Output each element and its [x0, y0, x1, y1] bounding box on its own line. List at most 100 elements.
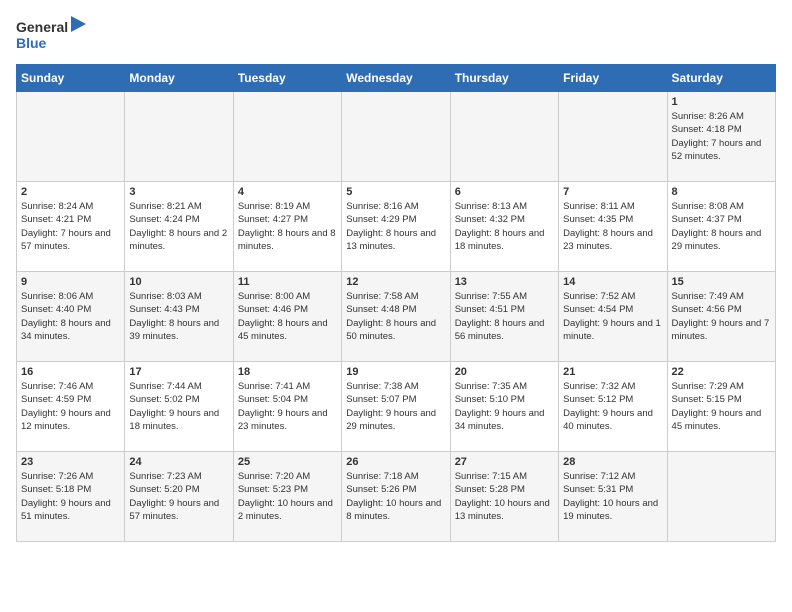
day-info: Sunrise: 7:38 AM Sunset: 5:07 PM Dayligh… [346, 380, 445, 433]
calendar-cell: 13 Sunrise: 7:55 AM Sunset: 4:51 PM Dayli… [450, 272, 558, 362]
day-info: Sunrise: 7:41 AM Sunset: 5:04 PM Dayligh… [238, 380, 337, 433]
day-number: 27 [455, 456, 554, 468]
day-number: 19 [346, 366, 445, 378]
day-info: Sunrise: 7:18 AM Sunset: 5:26 PM Dayligh… [346, 470, 445, 523]
calendar-cell: 21 Sunrise: 7:32 AM Sunset: 5:12 PM Dayli… [559, 362, 667, 452]
day-number: 3 [129, 186, 228, 198]
day-info: Sunrise: 7:15 AM Sunset: 5:28 PM Dayligh… [455, 470, 554, 523]
day-number: 14 [563, 276, 662, 288]
day-number: 26 [346, 456, 445, 468]
calendar-cell: 28 Sunrise: 7:12 AM Sunset: 5:31 PM Dayli… [559, 452, 667, 542]
calendar-cell: 6Sunrise: 8:13 AM Sunset: 4:32 PM Daylig… [450, 182, 558, 272]
calendar-cell [667, 452, 775, 542]
calendar-body: 1 Sunrise: 8:26 AM Sunset: 4:18 PM Daylig… [17, 92, 776, 542]
calendar-cell [450, 92, 558, 182]
day-info: Sunrise: 7:52 AM Sunset: 4:54 PM Dayligh… [563, 290, 662, 343]
day-info: Sunrise: 7:23 AM Sunset: 5:20 PM Dayligh… [129, 470, 228, 523]
calendar-cell [125, 92, 233, 182]
calendar-week-2: 9Sunrise: 8:06 AM Sunset: 4:40 PM Daylig… [17, 272, 776, 362]
day-number: 21 [563, 366, 662, 378]
day-info: Sunrise: 7:58 AM Sunset: 4:48 PM Dayligh… [346, 290, 445, 343]
calendar-cell: 15Sunrise: 7:49 AM Sunset: 4:56 PM Dayli… [667, 272, 775, 362]
day-number: 25 [238, 456, 337, 468]
calendar-cell: 3Sunrise: 8:21 AM Sunset: 4:24 PM Daylig… [125, 182, 233, 272]
calendar-cell: 20 Sunrise: 7:35 AM Sunset: 5:10 PM Dayli… [450, 362, 558, 452]
calendar-cell [233, 92, 341, 182]
calendar-week-1: 2Sunrise: 8:24 AM Sunset: 4:21 PM Daylig… [17, 182, 776, 272]
day-number: 13 [455, 276, 554, 288]
day-info: Sunrise: 7:12 AM Sunset: 5:31 PM Dayligh… [563, 470, 662, 523]
calendar-week-4: 23Sunrise: 7:26 AM Sunset: 5:18 PM Dayli… [17, 452, 776, 542]
calendar-cell: 27 Sunrise: 7:15 AM Sunset: 5:28 PM Dayli… [450, 452, 558, 542]
weekday-header-monday: Monday [125, 65, 233, 92]
calendar-cell: 1 Sunrise: 8:26 AM Sunset: 4:18 PM Daylig… [667, 92, 775, 182]
day-number: 18 [238, 366, 337, 378]
calendar-cell [17, 92, 125, 182]
page-header: GeneralBlue [16, 16, 776, 56]
calendar-header: SundayMondayTuesdayWednesdayThursdayFrid… [17, 65, 776, 92]
calendar-cell [559, 92, 667, 182]
weekday-header-wednesday: Wednesday [342, 65, 450, 92]
day-number: 16 [21, 366, 120, 378]
calendar-cell: 9Sunrise: 8:06 AM Sunset: 4:40 PM Daylig… [17, 272, 125, 362]
calendar-cell: 11 Sunrise: 8:00 AM Sunset: 4:46 PM Dayli… [233, 272, 341, 362]
calendar-cell: 14 Sunrise: 7:52 AM Sunset: 4:54 PM Dayli… [559, 272, 667, 362]
weekday-header-friday: Friday [559, 65, 667, 92]
svg-text:Blue: Blue [16, 35, 47, 51]
day-info: Sunrise: 7:46 AM Sunset: 4:59 PM Dayligh… [21, 380, 120, 433]
calendar-cell: 7 Sunrise: 8:11 AM Sunset: 4:35 PM Daylig… [559, 182, 667, 272]
svg-text:General: General [16, 19, 68, 35]
calendar-cell: 16 Sunrise: 7:46 AM Sunset: 4:59 PM Dayli… [17, 362, 125, 452]
day-info: Sunrise: 7:29 AM Sunset: 5:15 PM Dayligh… [672, 380, 771, 433]
calendar-cell: 23Sunrise: 7:26 AM Sunset: 5:18 PM Dayli… [17, 452, 125, 542]
day-info: Sunrise: 8:13 AM Sunset: 4:32 PM Dayligh… [455, 200, 554, 253]
calendar-week-0: 1 Sunrise: 8:26 AM Sunset: 4:18 PM Daylig… [17, 92, 776, 182]
day-number: 10 [129, 276, 228, 288]
day-info: Sunrise: 7:20 AM Sunset: 5:23 PM Dayligh… [238, 470, 337, 523]
day-number: 8 [672, 186, 771, 198]
day-info: Sunrise: 8:26 AM Sunset: 4:18 PM Dayligh… [672, 110, 771, 163]
day-number: 12 [346, 276, 445, 288]
calendar-cell: 2Sunrise: 8:24 AM Sunset: 4:21 PM Daylig… [17, 182, 125, 272]
calendar-cell: 22 Sunrise: 7:29 AM Sunset: 5:15 PM Dayli… [667, 362, 775, 452]
day-info: Sunrise: 7:35 AM Sunset: 5:10 PM Dayligh… [455, 380, 554, 433]
weekday-header-sunday: Sunday [17, 65, 125, 92]
weekday-header-saturday: Saturday [667, 65, 775, 92]
day-number: 28 [563, 456, 662, 468]
calendar-cell: 17 Sunrise: 7:44 AM Sunset: 5:02 PM Dayli… [125, 362, 233, 452]
logo-svg: GeneralBlue [16, 16, 86, 56]
calendar-cell: 5Sunrise: 8:16 AM Sunset: 4:29 PM Daylig… [342, 182, 450, 272]
weekday-header-tuesday: Tuesday [233, 65, 341, 92]
calendar-table: SundayMondayTuesdayWednesdayThursdayFrid… [16, 64, 776, 542]
day-info: Sunrise: 8:08 AM Sunset: 4:37 PM Dayligh… [672, 200, 771, 253]
day-number: 15 [672, 276, 771, 288]
day-number: 17 [129, 366, 228, 378]
calendar-cell: 24 Sunrise: 7:23 AM Sunset: 5:20 PM Dayli… [125, 452, 233, 542]
weekday-row: SundayMondayTuesdayWednesdayThursdayFrid… [17, 65, 776, 92]
day-info: Sunrise: 7:26 AM Sunset: 5:18 PM Dayligh… [21, 470, 120, 523]
calendar-cell: 12 Sunrise: 7:58 AM Sunset: 4:48 PM Dayli… [342, 272, 450, 362]
day-info: Sunrise: 7:32 AM Sunset: 5:12 PM Dayligh… [563, 380, 662, 433]
calendar-cell: 26 Sunrise: 7:18 AM Sunset: 5:26 PM Dayli… [342, 452, 450, 542]
day-info: Sunrise: 8:00 AM Sunset: 4:46 PM Dayligh… [238, 290, 337, 343]
calendar-cell: 8 Sunrise: 8:08 AM Sunset: 4:37 PM Daylig… [667, 182, 775, 272]
day-info: Sunrise: 7:55 AM Sunset: 4:51 PM Dayligh… [455, 290, 554, 343]
calendar-cell: 10Sunrise: 8:03 AM Sunset: 4:43 PM Dayli… [125, 272, 233, 362]
day-number: 9 [21, 276, 120, 288]
calendar-cell [342, 92, 450, 182]
calendar-cell: 4Sunrise: 8:19 AM Sunset: 4:27 PM Daylig… [233, 182, 341, 272]
day-number: 2 [21, 186, 120, 198]
day-info: Sunrise: 7:44 AM Sunset: 5:02 PM Dayligh… [129, 380, 228, 433]
day-info: Sunrise: 8:16 AM Sunset: 4:29 PM Dayligh… [346, 200, 445, 253]
day-number: 7 [563, 186, 662, 198]
calendar-cell: 18 Sunrise: 7:41 AM Sunset: 5:04 PM Dayli… [233, 362, 341, 452]
day-info: Sunrise: 8:11 AM Sunset: 4:35 PM Dayligh… [563, 200, 662, 253]
day-number: 1 [672, 96, 771, 108]
day-number: 11 [238, 276, 337, 288]
day-number: 20 [455, 366, 554, 378]
day-number: 22 [672, 366, 771, 378]
day-number: 4 [238, 186, 337, 198]
logo: GeneralBlue [16, 16, 86, 56]
day-number: 24 [129, 456, 228, 468]
calendar-cell: 19 Sunrise: 7:38 AM Sunset: 5:07 PM Dayli… [342, 362, 450, 452]
